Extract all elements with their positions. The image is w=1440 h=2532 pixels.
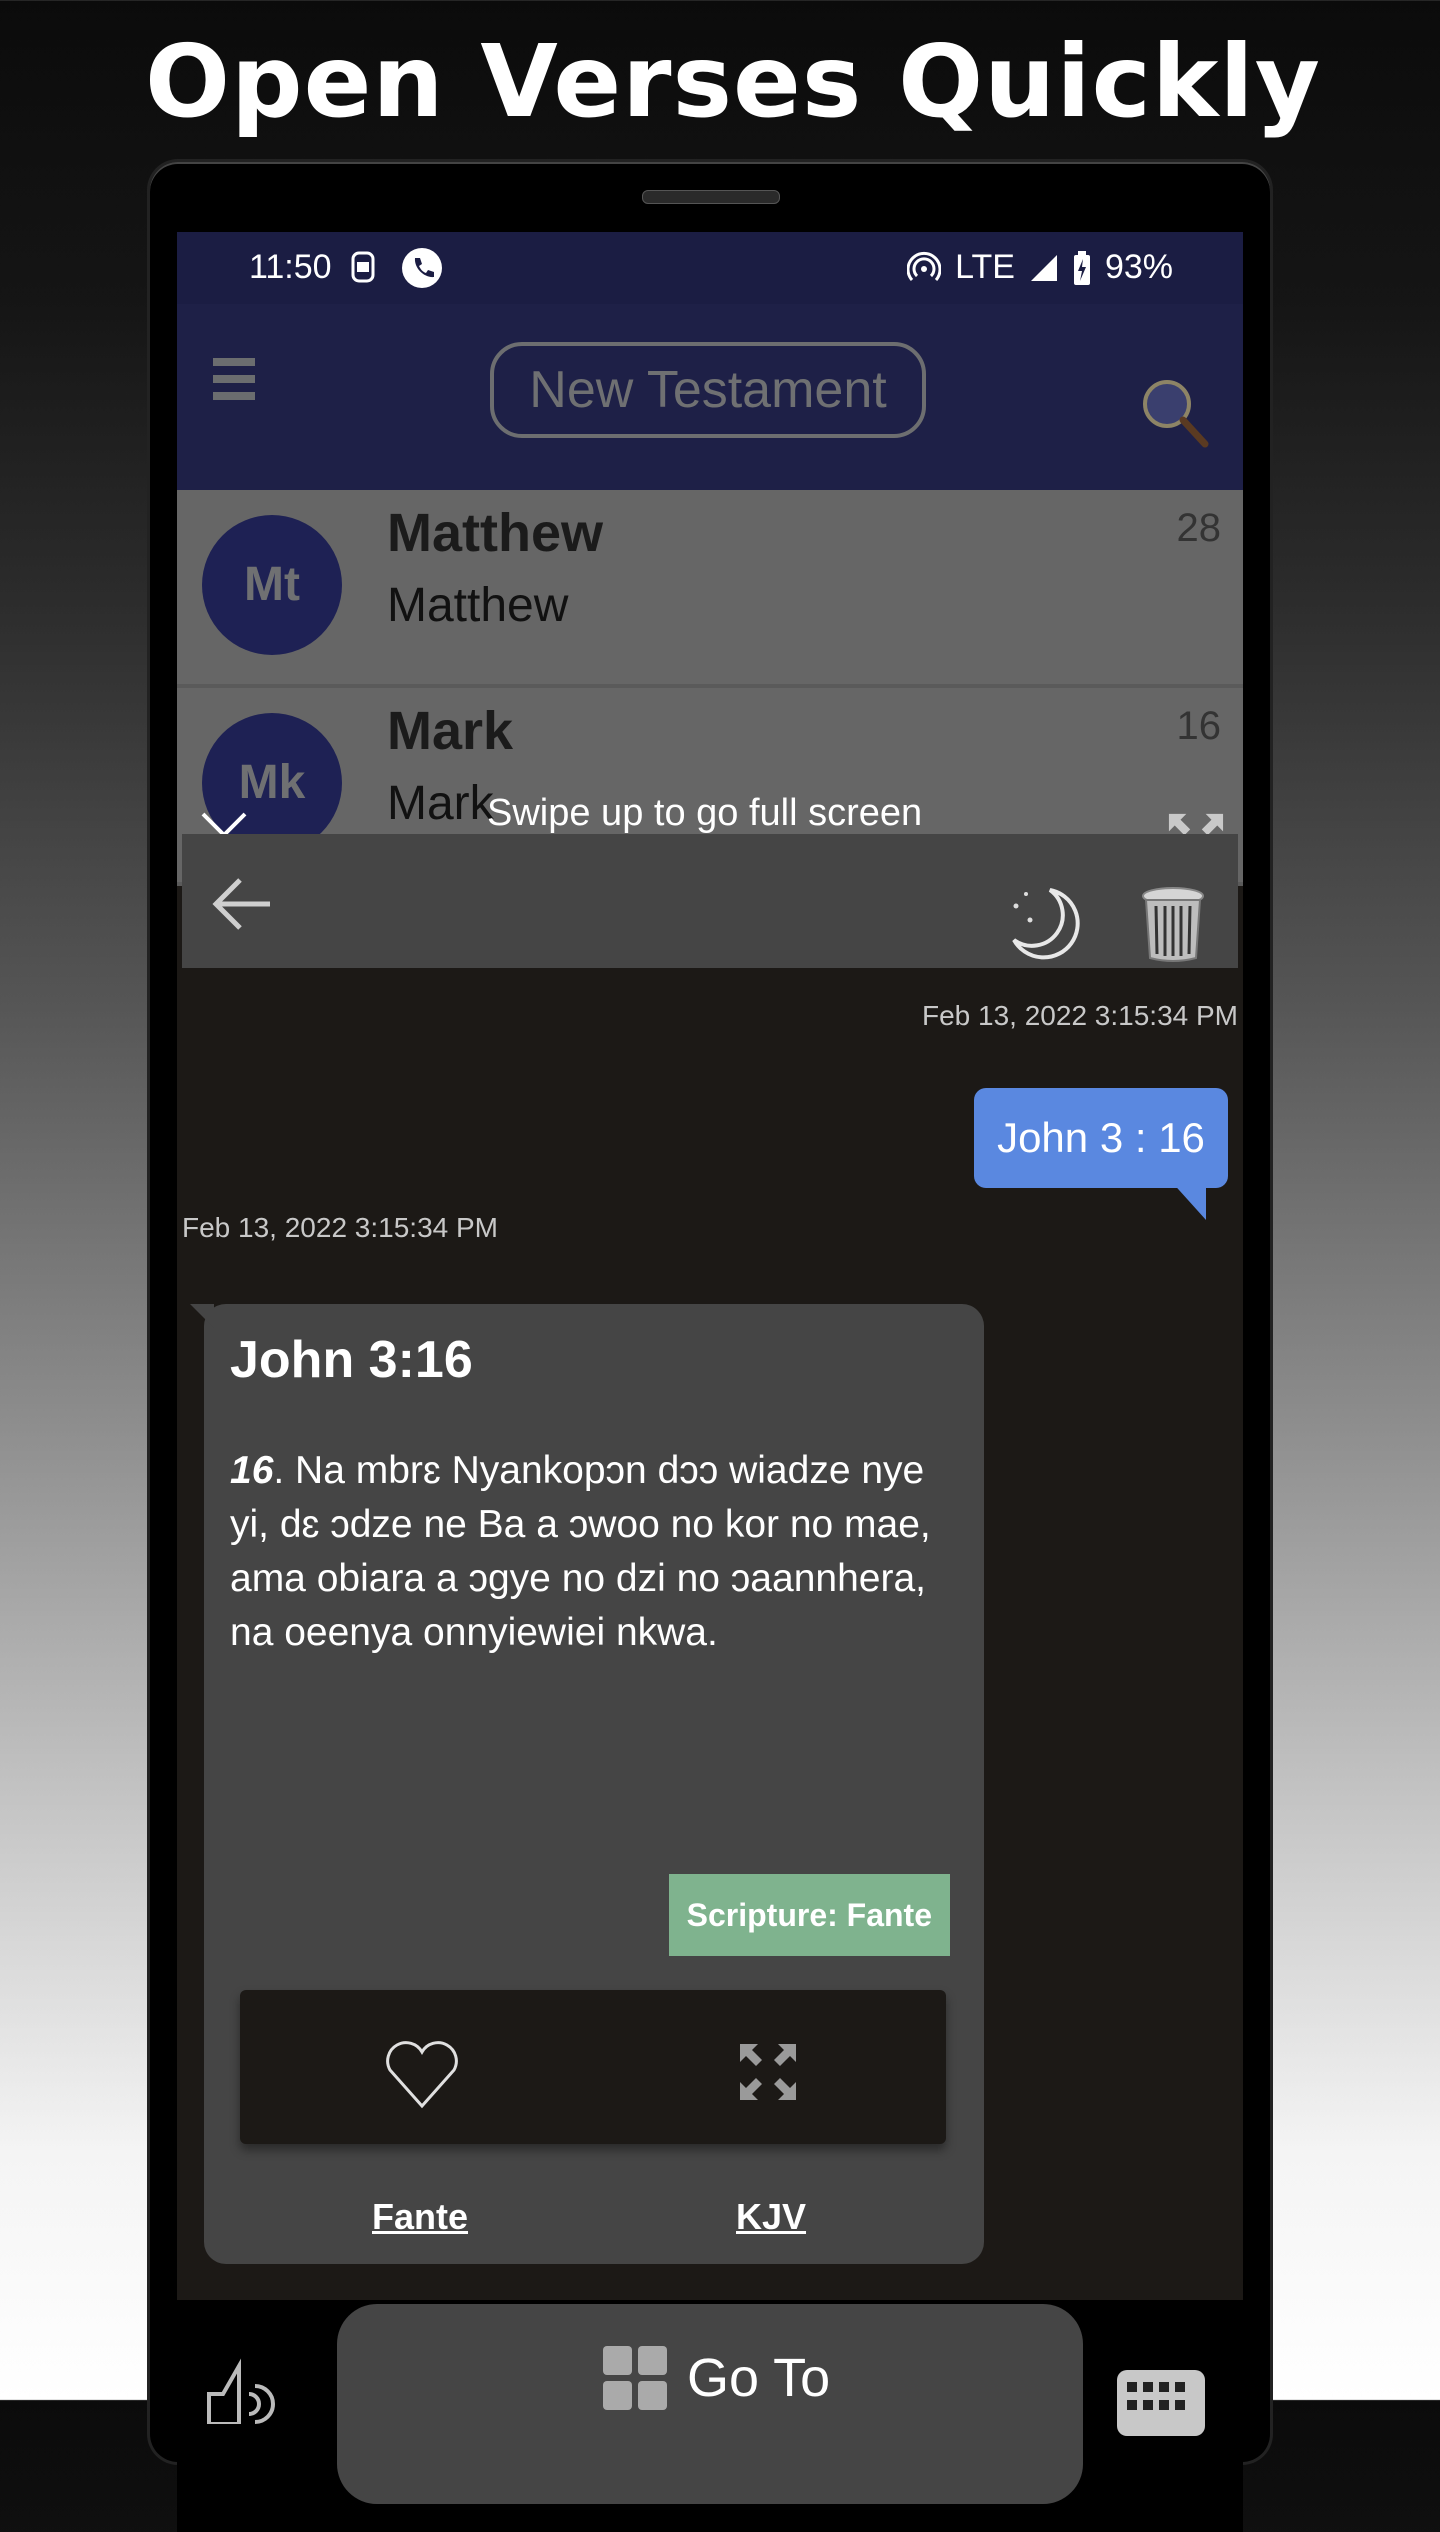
- sim-icon: [351, 251, 375, 283]
- verse-reference: John 3:16: [230, 1331, 473, 1389]
- sent-timestamp: Feb 13, 2022 3:15:34 PM: [922, 1000, 1238, 1031]
- magnifier-icon[interactable]: [1135, 374, 1215, 454]
- book-subtitle: Matthew: [387, 579, 569, 632]
- card-tail: [190, 1304, 214, 1328]
- trash-icon[interactable]: [1138, 884, 1208, 964]
- status-right-group: LTE 93%: [907, 248, 1173, 287]
- book-subtitle: Mark: [387, 777, 494, 830]
- translation-link-fante[interactable]: Fante: [372, 2196, 468, 2238]
- phone-screen: 11:50 LTE 93% New Testament Mt Matthew M…: [177, 232, 1243, 2532]
- battery-percent: 93%: [1104, 248, 1173, 286]
- translation-link-kjv[interactable]: KJV: [736, 2196, 806, 2238]
- hamburger-icon[interactable]: [213, 358, 255, 409]
- swipe-hint: Swipe up to go full screen: [487, 792, 923, 834]
- phone-speaker-grille: [642, 190, 780, 204]
- app-bar: New Testament: [177, 304, 1243, 490]
- keyboard-icon[interactable]: [1115, 2368, 1207, 2438]
- back-arrow-icon[interactable]: [210, 874, 274, 934]
- bubble-tail: [1170, 1180, 1206, 1220]
- goto-content: Go To: [603, 2346, 830, 2410]
- status-bar: 11:50 LTE 93%: [177, 232, 1243, 304]
- book-title: Mark: [387, 701, 514, 761]
- received-timestamp: Feb 13, 2022 3:15:34 PM: [182, 1212, 498, 1243]
- grid-icon: [603, 2346, 667, 2410]
- status-time: 11:50: [249, 248, 332, 286]
- chat-panel: Feb 13, 2022 3:15:34 PM John 3 : 16 Feb …: [182, 834, 1238, 2532]
- verse-number: 16: [230, 1449, 274, 1492]
- chat-toolbar: [182, 834, 1238, 968]
- testament-selector-button[interactable]: New Testament: [490, 342, 926, 438]
- chapter-count: 28: [1176, 506, 1222, 550]
- hotspot-icon: [907, 251, 942, 281]
- book-row-matthew[interactable]: Mt Matthew Matthew 28: [177, 490, 1243, 688]
- sent-message-bubble[interactable]: John 3 : 16: [974, 1088, 1228, 1188]
- verse-body: . Na mbrɛ Nyankopɔn dɔɔ wiadze nye yi, d…: [230, 1449, 931, 1654]
- scripture-badge: Scripture: Fante: [668, 1874, 950, 1956]
- call-icon: [402, 248, 442, 288]
- goto-button[interactable]: Go To: [337, 2304, 1083, 2504]
- book-title: Matthew: [387, 503, 603, 563]
- book-avatar: Mt: [202, 515, 342, 655]
- chapter-count: 16: [1176, 704, 1222, 748]
- speaker-icon[interactable]: [205, 2354, 275, 2424]
- battery-charging-icon: [1073, 250, 1090, 285]
- headline: Open Verses Quickly: [145, 23, 1321, 140]
- heart-icon[interactable]: [382, 2040, 462, 2110]
- network-type: LTE: [955, 248, 1015, 286]
- bottom-bar: Go To: [177, 2300, 1243, 2532]
- moon-icon[interactable]: [1006, 884, 1086, 964]
- verse-text: 16. Na mbrɛ Nyankopɔn dɔɔ wiadze nye yi,…: [230, 1444, 970, 1660]
- verse-action-bar: [240, 1990, 946, 2144]
- expand-icon[interactable]: [738, 2042, 798, 2102]
- verse-card: John 3:16 16. Na mbrɛ Nyankopɔn dɔɔ wiad…: [190, 1304, 984, 2264]
- signal-icon: [1030, 254, 1057, 281]
- phone-frame: 11:50 LTE 93% New Testament Mt Matthew M…: [150, 162, 1270, 2532]
